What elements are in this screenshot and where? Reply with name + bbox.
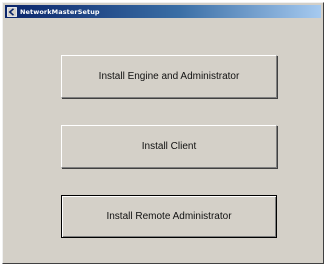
setup-app-icon: [7, 6, 17, 17]
setup-window: NetworkMasterSetup Install Engine and Ad…: [2, 2, 324, 264]
title-bar[interactable]: NetworkMasterSetup: [5, 5, 321, 18]
install-engine-admin-button[interactable]: Install Engine and Administrator: [61, 55, 277, 98]
install-remote-admin-button[interactable]: Install Remote Administrator: [61, 195, 277, 238]
install-client-button[interactable]: Install Client: [61, 125, 277, 168]
window-title: NetworkMasterSetup: [20, 7, 100, 16]
